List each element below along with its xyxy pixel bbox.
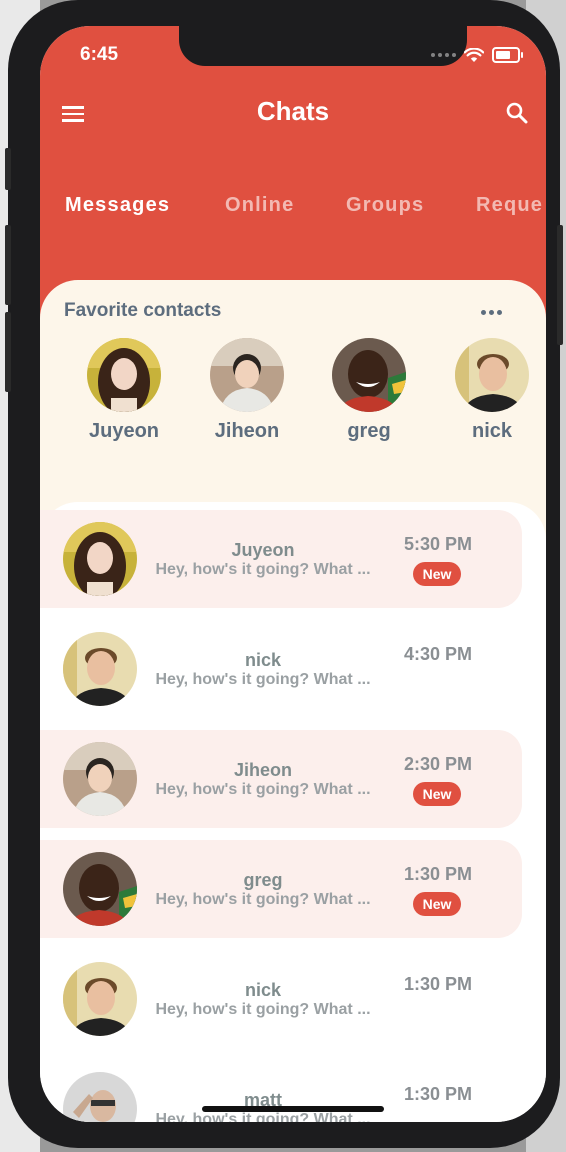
avatar [63,522,137,596]
avatar [87,338,161,412]
battery-icon [492,47,523,63]
chat-row[interactable]: greg Hey, how's it going? What ... 1:30 … [40,840,522,938]
avatar [63,852,137,926]
chat-list: Juyeon Hey, how's it going? What ... 5:3… [40,502,546,1122]
tab-messages[interactable]: Messages [65,194,170,217]
tab-online[interactable]: Online [225,194,294,217]
favorite-contact-name: Jiheon [214,420,280,442]
volume-down-button [5,312,11,392]
chat-timestamp: 1:30 PM [403,864,473,884]
home-indicator[interactable] [202,1106,384,1112]
chat-timestamp: 1:30 PM [403,1084,473,1104]
new-badge: New [413,892,461,916]
favorite-contact[interactable]: Jiheon [192,338,302,443]
avatar [63,962,137,1036]
favorite-contact[interactable]: Juyeon [69,338,179,443]
chat-contact-name: Juyeon [231,540,295,560]
chat-message-preview: Hey, how's it going? What ... [155,671,371,688]
chat-row[interactable]: nick Hey, how's it going? What ... 4:30 … [40,620,522,718]
chat-message-preview: Hey, how's it going? What ... [155,1001,371,1018]
new-badge: New [413,562,461,586]
chat-timestamp: 4:30 PM [403,644,473,664]
chat-contact-name: Jiheon [233,760,292,780]
favorite-contact-name: nick [471,420,513,442]
avatar [63,742,137,816]
page-title: Chats [256,96,330,126]
chat-contact-name: nick [244,980,282,1000]
avatar [210,338,284,412]
chat-message-preview: Hey, how's it going? What ... [155,561,371,578]
wifi-icon [464,47,484,62]
cellular-signal-icon [431,53,456,57]
phone-frame: 6:45 Chats Messages Online Groups Reque … [5,0,563,1148]
chat-row[interactable]: Jiheon Hey, how's it going? What ... 2:3… [40,730,522,828]
chat-message-preview: Hey, how's it going? What ... [155,781,371,798]
chat-row[interactable]: nick Hey, how's it going? What ... 1:30 … [40,950,522,1048]
avatar [455,338,529,412]
avatar [63,632,137,706]
favorite-contact-name: Juyeon [88,420,160,442]
favorite-contact-name: greg [347,420,391,442]
power-button [557,225,563,345]
notch [179,26,467,66]
chat-contact-name: nick [244,650,282,670]
chat-contact-name: greg [243,870,283,890]
mute-switch [5,148,11,190]
search-icon[interactable] [506,102,528,124]
tab-groups[interactable]: Groups [346,194,424,217]
chat-message-preview: Hey, how's it going? What ... [155,891,371,908]
avatar [332,338,406,412]
status-icons [431,45,523,65]
chat-timestamp: 5:30 PM [403,534,473,554]
chat-timestamp: 2:30 PM [403,754,473,774]
chat-timestamp: 1:30 PM [403,974,473,994]
more-horizontal-icon[interactable] [481,310,502,315]
avatar [63,1072,137,1122]
volume-up-button [5,225,11,305]
favorite-contacts-title: Favorite contacts [64,300,222,321]
favorite-contact[interactable]: nick [437,338,546,443]
chat-row[interactable]: matt Hey, how's it going? What ... 1:30 … [40,1060,522,1122]
chat-message-preview: Hey, how's it going? What ... [155,1111,371,1122]
app-screen: 6:45 Chats Messages Online Groups Reque … [40,26,546,1122]
tab-requests[interactable]: Reque [476,194,543,217]
chat-row[interactable]: Juyeon Hey, how's it going? What ... 5:3… [40,510,522,608]
new-badge: New [413,782,461,806]
status-time: 6:45 [80,44,119,65]
favorite-contact[interactable]: greg [314,338,424,443]
